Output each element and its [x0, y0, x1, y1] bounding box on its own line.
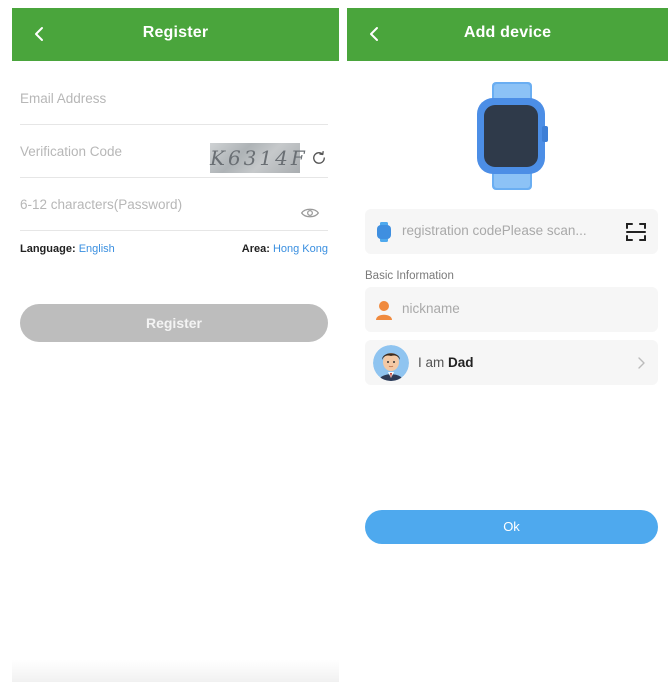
add-device-screen: Add device registration codePlease scan.… [347, 0, 668, 682]
registration-code-card[interactable]: registration codePlease scan... [365, 209, 658, 254]
nickname-input[interactable]: nickname [402, 301, 614, 316]
relation-prefix: I am [418, 355, 445, 370]
language-link[interactable]: English [79, 243, 115, 255]
register-screen: Register K6314F Language: English Area: … [12, 0, 339, 682]
refresh-icon[interactable] [310, 149, 328, 167]
verification-code-input[interactable] [20, 125, 200, 177]
page-title: Add device [463, 24, 552, 41]
smartwatch-icon [477, 82, 548, 190]
bottom-bar [12, 660, 339, 682]
page-title: Register [142, 24, 209, 41]
eye-icon[interactable] [300, 206, 320, 220]
status-bar [347, 0, 668, 8]
email-field-row [20, 72, 328, 125]
add-device-navbar: Add device [347, 8, 668, 61]
scan-icon[interactable] [624, 220, 648, 244]
avatar [373, 345, 409, 381]
ok-button[interactable]: Ok [365, 510, 658, 544]
email-input[interactable] [20, 72, 328, 124]
language-setting: Language: English [20, 243, 115, 255]
area-link[interactable]: Hong Kong [273, 243, 328, 255]
relation-label: I am Dad [418, 355, 474, 370]
captcha-image[interactable]: K6314F [210, 143, 305, 173]
password-row [20, 178, 328, 231]
registration-code-input[interactable]: registration codePlease scan... [402, 223, 614, 238]
section-basic-information: Basic Information [365, 270, 454, 282]
area-label: Area: [241, 243, 270, 255]
language-label: Language: [20, 243, 76, 255]
person-icon [376, 301, 392, 320]
register-button[interactable]: Register [20, 304, 328, 342]
language-area-row: Language: English Area: Hong Kong [20, 243, 328, 259]
smartwatch-icon [377, 222, 391, 242]
nickname-card[interactable]: nickname [365, 287, 658, 332]
chevron-right-icon [638, 357, 645, 369]
register-navbar: Register [12, 8, 339, 61]
relation-card[interactable]: I am Dad [365, 340, 658, 385]
verification-code-row: K6314F [20, 125, 328, 178]
password-input[interactable] [20, 178, 280, 230]
status-bar [12, 0, 339, 8]
area-setting: Area: Hong Kong [242, 243, 328, 255]
relation-value: Dad [448, 355, 474, 370]
